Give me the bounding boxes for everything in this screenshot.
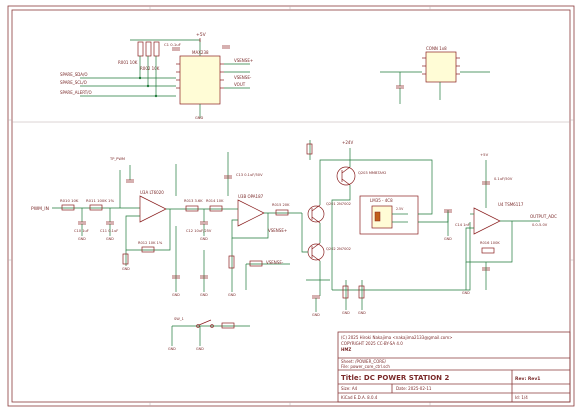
net-vsense-n-top: VSENSE- <box>234 75 252 80</box>
tb-copyright: (C) 2025 Hiroki Nakajima <nakajima2133@g… <box>341 335 453 340</box>
cap-c12-label: C12 10uF/25V <box>186 229 212 233</box>
cap-c10-label: C10 1uF <box>74 229 89 233</box>
tb-company: HMZ <box>341 347 351 352</box>
cap-c11-label: C11 0.1uF <box>100 229 118 233</box>
resistor-r010 <box>61 204 75 211</box>
tb-date: Date: 2025-02-11 <box>396 386 432 391</box>
net-sda: SPARE_SDA/O <box>60 72 88 77</box>
svg-text:GND: GND <box>78 237 86 241</box>
net-vsense-p-top: VSENSE+ <box>234 58 253 63</box>
title-block: (C) 2025 Hiroki Nakajima <nakajima2133@g… <box>337 331 571 403</box>
sheet-frame <box>7 5 575 407</box>
svg-text:GND: GND <box>196 347 204 351</box>
res-label-2: R002 10K <box>140 66 160 71</box>
cap-c1-label: C1 0.1uF <box>164 42 181 47</box>
svg-text:GND: GND <box>444 237 452 241</box>
q203-label: Q203 MMBTA92 <box>358 171 386 175</box>
svg-text:GND: GND <box>312 313 320 317</box>
resistor-r001 <box>137 41 144 57</box>
resistor-r003 <box>153 41 160 57</box>
transistor-q201 <box>307 204 325 224</box>
res-r013-label: R013 3.6K <box>184 199 203 203</box>
schematic-sheet: R001 10K R002 10K SPARE_SDA/O SPARE_SCL/… <box>7 5 575 407</box>
net-scl: SPARE_SCL/O <box>60 80 87 85</box>
tb-license: COPYRIGHT 2025 CC-BY-SA 4.0 <box>341 341 403 346</box>
svg-text:GND: GND <box>228 293 236 297</box>
svg-text:GND: GND <box>358 311 366 315</box>
net-alert: SPARE_ALERT/O <box>60 90 92 95</box>
res-label-1: R001 10K <box>118 60 138 65</box>
tb-file: File: power_core_ctrl.sch <box>341 364 390 369</box>
resistor-r015 <box>275 209 289 216</box>
svg-text:GND: GND <box>172 293 180 297</box>
opamp-u3a <box>139 195 167 223</box>
frame-ticks <box>8 6 574 406</box>
net-vsense-p-main: VSENSE+ <box>268 228 287 233</box>
resistor-r002 <box>145 41 152 57</box>
res-r014-label: R014 10K <box>206 199 224 203</box>
res-r015-label: R015 20K <box>272 203 290 207</box>
ic-u1 <box>179 55 221 105</box>
gnd-u1: GND <box>195 116 203 120</box>
ic-u1-label: MAX238 <box>192 50 209 55</box>
transistor-q203 <box>336 166 356 186</box>
supply-net: +24V <box>342 140 353 145</box>
resistor-r011 <box>89 204 103 211</box>
opamp-u4-label: U4 TSM6117 <box>498 202 524 207</box>
connector-j1 <box>425 51 457 83</box>
svg-text:GND: GND <box>462 291 470 295</box>
net-pwm-in: PWM_IN <box>31 206 49 212</box>
svg-text:GND: GND <box>342 311 350 315</box>
svg-text:GND: GND <box>106 237 114 241</box>
tp-pwm: TP_PWM <box>109 157 125 161</box>
tb-title: Title: DC POWER STATION 2 <box>341 374 449 382</box>
resistor-r016 <box>481 247 495 254</box>
relay-coil-marker <box>374 211 381 222</box>
transistor-q202 <box>307 242 325 262</box>
tb-rev: Rev: Rev1 <box>515 376 540 382</box>
svg-text:GND: GND <box>200 293 208 297</box>
res-r012-label: R012 10K 1% <box>138 241 163 245</box>
resistor-r013 <box>185 205 199 212</box>
top-section: R001 10K R002 10K SPARE_SDA/O SPARE_SCL/… <box>60 32 490 120</box>
ground-symbols: GND GND GND GND GND GND GND GND GND GND … <box>78 237 470 351</box>
opamp-u3a-label: U3A LT6020 <box>140 190 164 195</box>
connector-label: CONN 1x8 <box>426 46 447 51</box>
opamp-u3b <box>237 199 265 227</box>
res-r010-label: R010 10K <box>60 198 79 203</box>
opamp-u4 <box>473 207 501 235</box>
svg-text:GND: GND <box>200 237 208 241</box>
svg-text:GND: GND <box>168 347 176 351</box>
relay-note: 2.5V <box>396 207 404 211</box>
main-section: PWM_IN R010 10K R011 100K 1% C10 1uF C11… <box>31 140 557 351</box>
resistor-r012 <box>141 246 155 253</box>
cap-c14-label: C14 1nF <box>455 223 470 227</box>
opamp-u3b-label: U3B OPA187 <box>238 194 264 199</box>
tb-id: Id: 1/4 <box>515 395 528 400</box>
res-r016-label: R016 100K <box>480 241 500 245</box>
resistor-r014 <box>209 205 223 212</box>
sw-label: SW_1 <box>174 317 184 321</box>
net-output-adc: OUTPUT_ADC <box>530 214 557 219</box>
pwr-5v-label: +5V <box>196 32 207 38</box>
svg-text:GND: GND <box>122 267 130 271</box>
output-range: 0.0-5.0V <box>532 223 548 227</box>
cap-c13-label: C13 0.1uF/50V <box>236 173 263 177</box>
relay-label: LM35 - 4C8 <box>370 198 393 203</box>
net-vsense-n-main: VSENSE- <box>266 260 284 265</box>
net-vout-top: VOUT <box>234 82 246 87</box>
res-r011-label: R011 100K 1% <box>86 198 114 203</box>
cap-u4-supply: 0.1uF/50V <box>494 177 513 181</box>
q202-label: Q202 2N7002 <box>326 247 351 251</box>
tb-size: Size: A4 <box>341 386 358 391</box>
pwr-u4: +5V <box>480 152 489 157</box>
q201-label: Q201 2N7002 <box>326 202 351 206</box>
tb-kicad: KiCad E.D.A. 8.0.4 <box>341 395 378 400</box>
